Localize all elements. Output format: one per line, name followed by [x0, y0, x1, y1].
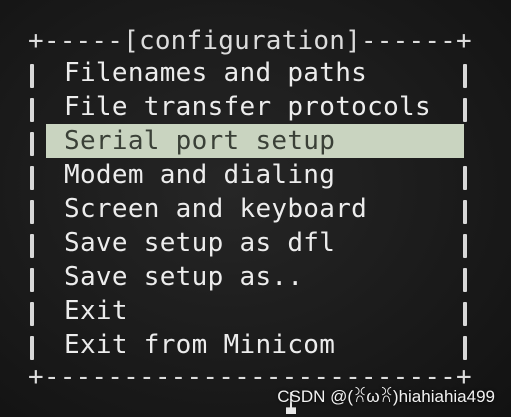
- watermark: CSDN @(ꐦωꐦ)hiahiahia499: [277, 387, 495, 406]
- left-border-bar: [30, 234, 34, 258]
- left-border-bar: [30, 132, 34, 156]
- left-border-bar: [30, 200, 34, 224]
- left-border-bar: [30, 64, 34, 88]
- menu-item-exit-from-minicom[interactable]: Exit from Minicom: [46, 328, 464, 362]
- left-border-bar: [30, 336, 34, 360]
- menu-item-save-setup-as[interactable]: Save setup as..: [46, 260, 464, 294]
- left-border-bar: [30, 268, 34, 292]
- menu-item-screen-and-keyboard[interactable]: Screen and keyboard: [46, 192, 464, 226]
- menu-item-exit[interactable]: Exit: [46, 294, 464, 328]
- menu-item-serial-port-setup[interactable]: Serial port setup: [46, 124, 464, 158]
- menu-item-file-transfer-protocols[interactable]: File transfer protocols: [46, 90, 464, 124]
- left-border-bar: [30, 98, 34, 122]
- menu-item-modem-and-dialing[interactable]: Modem and dialing: [46, 158, 464, 192]
- menu-top-border: +-----[configuration]------+: [28, 26, 472, 56]
- menu-item-save-setup-as-dfl[interactable]: Save setup as dfl: [46, 226, 464, 260]
- configuration-menu: Filenames and paths File transfer protoc…: [46, 56, 464, 362]
- terminal-screen: +-----[configuration]------+ Filenames a…: [0, 0, 511, 417]
- menu-item-filenames-and-paths[interactable]: Filenames and paths: [46, 56, 464, 90]
- left-border-bar: [30, 302, 34, 326]
- left-border-bar: [30, 166, 34, 190]
